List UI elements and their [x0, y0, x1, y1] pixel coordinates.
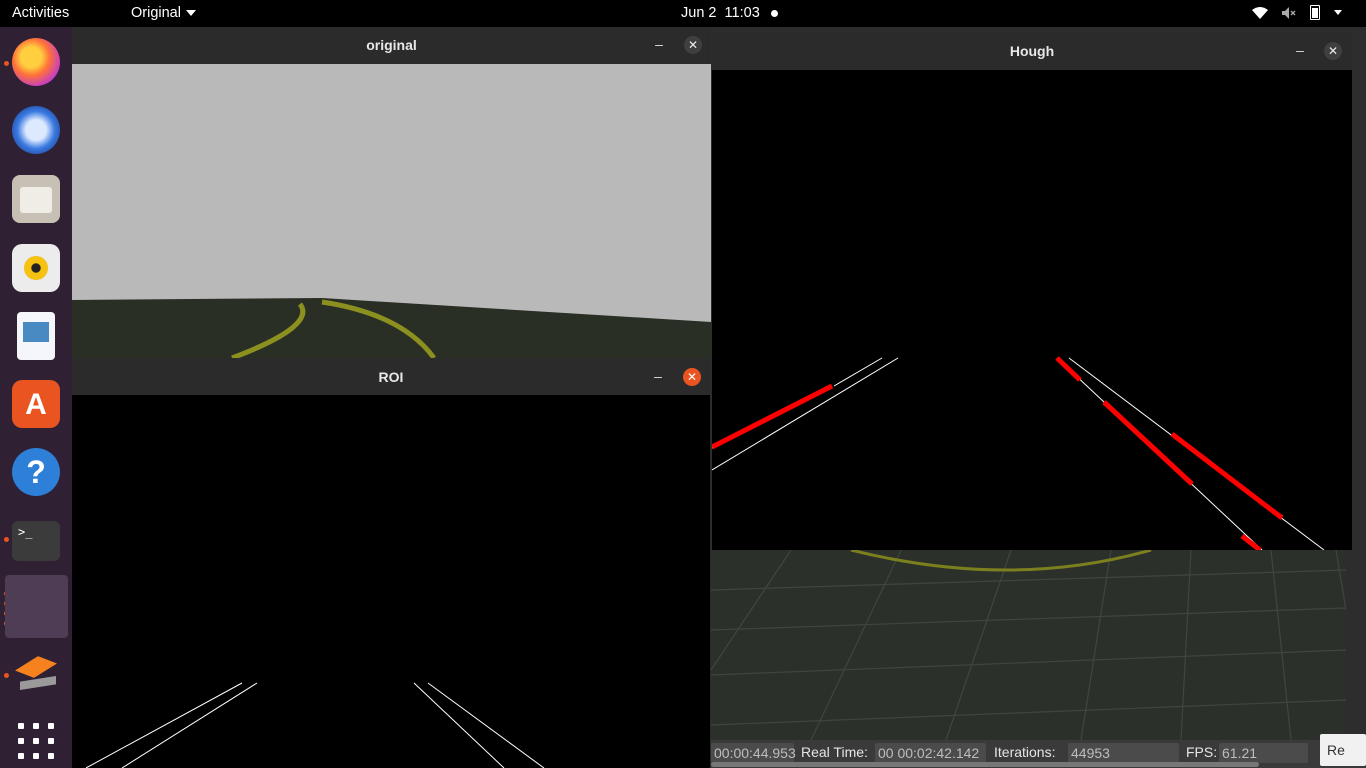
help-icon[interactable]: ? — [12, 448, 60, 496]
roi-canvas — [72, 395, 710, 768]
minimize-icon[interactable]: – — [650, 369, 666, 385]
activities-button[interactable]: Activities — [12, 5, 69, 21]
app-menu-label: Original — [131, 5, 181, 21]
firefox-icon[interactable] — [12, 38, 60, 86]
close-icon[interactable]: ✕ — [1324, 42, 1342, 60]
running-indicator — [4, 61, 9, 66]
original-titlebar[interactable]: original — [72, 27, 711, 64]
clock[interactable]: Jun 2 11:03 — [681, 5, 760, 21]
menu-caret-icon — [1334, 10, 1342, 15]
running-indicator — [4, 537, 9, 542]
files-icon[interactable] — [12, 175, 60, 223]
rhythmbox-icon[interactable] — [12, 244, 60, 292]
roi-titlebar[interactable]: ROI — [72, 359, 710, 396]
ubuntu-software-icon[interactable]: A — [12, 380, 60, 428]
gazebo-status-bar: 00:00:44.953 Real Time: 00 00:02:42.142 … — [711, 734, 1366, 768]
chevron-down-icon — [185, 10, 196, 17]
wifi-icon — [1252, 6, 1268, 19]
notification-dot-icon — [771, 10, 778, 17]
roi-window[interactable]: ROI – ✕ — [72, 359, 710, 768]
date-label: Jun 2 — [681, 5, 717, 21]
minimize-icon[interactable]: – — [1292, 43, 1308, 59]
gazebo-3d-view[interactable] — [711, 550, 1346, 740]
reset-time-button[interactable]: Re — [1320, 734, 1366, 766]
show-apps-icon[interactable] — [12, 717, 60, 765]
speaker-muted-icon — [1282, 6, 1296, 19]
window-title: Hough — [1009, 43, 1055, 59]
time-label: 11:03 — [724, 5, 760, 21]
libreoffice-writer-icon[interactable] — [17, 312, 55, 360]
running-indicator — [4, 673, 9, 678]
original-window[interactable]: original – ✕ — [72, 27, 711, 358]
iterations-label: Iterations: — [994, 744, 1056, 760]
terminal-icon[interactable]: >_ — [12, 521, 60, 561]
hough-titlebar[interactable]: Hough — [712, 33, 1352, 70]
close-icon[interactable]: ✕ — [683, 368, 701, 386]
window-title: original — [366, 37, 417, 53]
real-time-field: 00 00:02:42.142 — [875, 743, 986, 763]
battery-icon — [1310, 5, 1320, 20]
fps-label: FPS: — [1186, 744, 1218, 760]
system-indicators[interactable] — [1252, 5, 1342, 20]
minimize-icon[interactable]: – — [651, 37, 667, 53]
thunderbird-icon[interactable] — [12, 106, 60, 154]
close-icon[interactable]: ✕ — [684, 36, 702, 54]
opencv-windows-app[interactable] — [5, 575, 68, 638]
iterations-field: 44953 — [1068, 743, 1179, 763]
dock: A ? >_ — [0, 27, 72, 768]
gazebo-icon[interactable] — [12, 652, 60, 700]
real-time-label: Real Time: — [801, 744, 868, 760]
app-menu[interactable]: Original — [131, 5, 196, 21]
sim-time-field: 00:00:44.953 — [711, 743, 796, 763]
top-bar: Activities Original Jun 2 11:03 — [0, 0, 1366, 27]
hough-window[interactable]: Hough – ✕ — [712, 33, 1352, 550]
hough-canvas — [712, 70, 1352, 550]
camera-image — [72, 64, 711, 358]
window-title: ROI — [378, 369, 404, 385]
fps-field: 61.21 — [1219, 743, 1308, 763]
horizontal-scrollbar[interactable] — [711, 762, 1259, 767]
